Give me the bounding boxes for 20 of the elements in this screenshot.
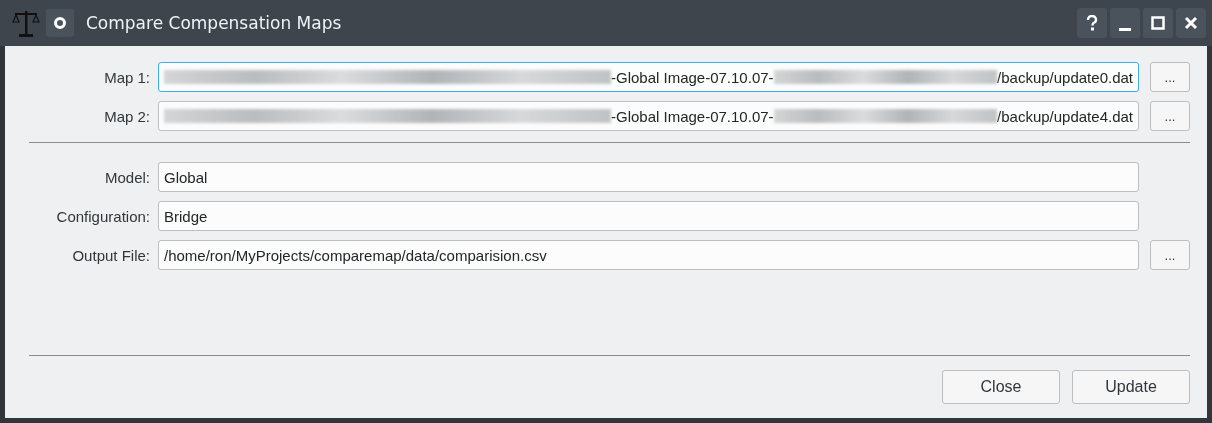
browse-button[interactable]: ... — [1150, 101, 1190, 131]
path-text: -Global Image-07.10.07- — [610, 68, 774, 86]
input-field[interactable]: Bridge — [158, 201, 1139, 231]
browse-button[interactable]: ... — [1150, 240, 1190, 270]
path-text: /backup/update0.dat — [997, 68, 1133, 86]
field-label: Map 1: — [103, 68, 150, 86]
field-label: Model: — [103, 168, 150, 186]
dialog-button[interactable]: Close — [942, 370, 1060, 404]
field-label: Configuration: — [55, 207, 150, 225]
path-text: /backup/update4.dat — [997, 107, 1133, 125]
field-label: Output File: — [71, 246, 150, 264]
dialog-button[interactable]: Update — [1072, 370, 1190, 404]
field-label: Map 2: — [103, 107, 150, 125]
window-title: Compare Compensation Maps — [86, 13, 342, 33]
path-text: -Global Image-07.10.07- — [610, 107, 774, 125]
input-field[interactable]: /home/ron/MyProjects/comparemap/data/comparision.csv — [158, 240, 1139, 270]
path-field[interactable]: -Global Image-07.10.07- /backup/update0.dat — [158, 62, 1139, 92]
path-field[interactable]: -Global Image-07.10.07- /backup/update4.dat — [158, 101, 1139, 131]
browse-button[interactable]: ... — [1150, 62, 1190, 92]
input-field[interactable]: Global — [158, 162, 1139, 192]
